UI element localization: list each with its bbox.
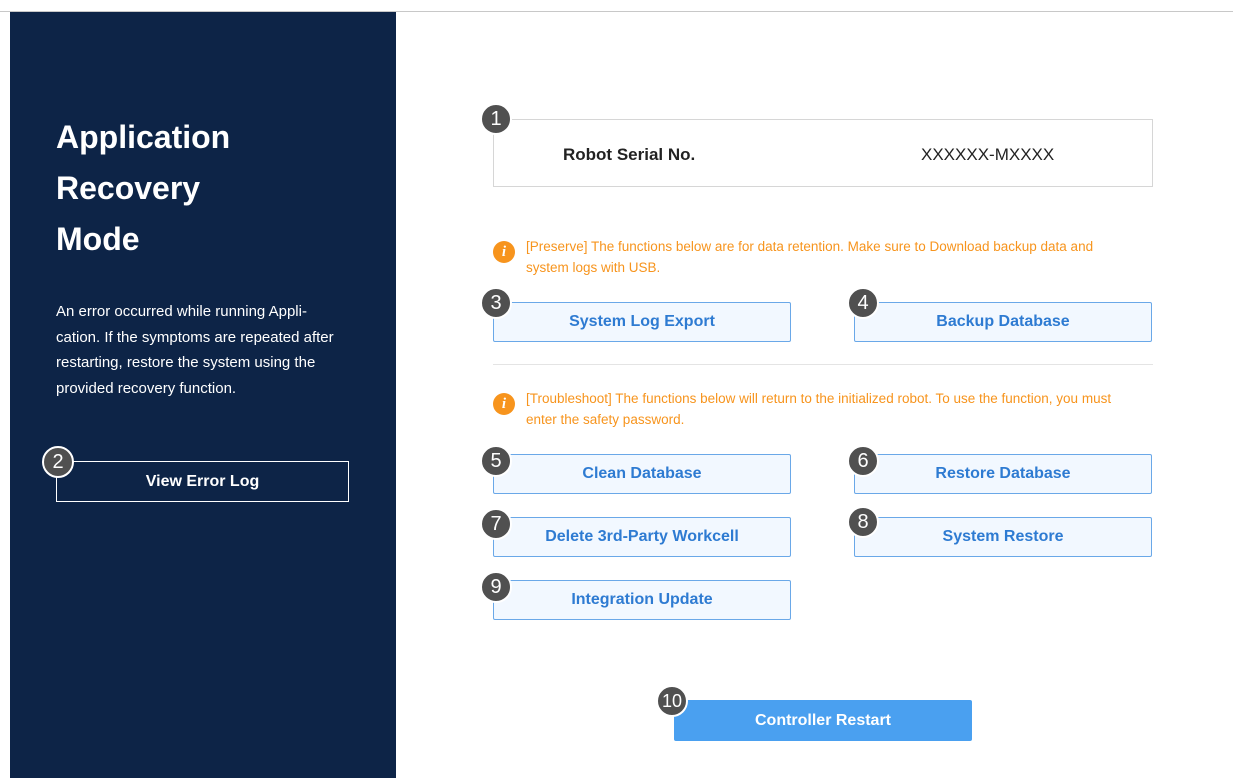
callout-badge: 4 — [847, 287, 879, 319]
callout-badge: 2 — [42, 446, 74, 478]
info-icon: i — [493, 393, 515, 415]
callout-badge: 6 — [847, 445, 879, 477]
clean-database-button[interactable]: Clean Database — [493, 454, 791, 494]
system-restore-button[interactable]: System Restore — [854, 517, 1152, 557]
callout-badge: 5 — [480, 445, 512, 477]
troubleshoot-notice-text: [Troubleshoot] The functions below will … — [526, 391, 1112, 427]
error-description: An error occurred while running Appli-ca… — [56, 303, 334, 397]
serial-value: XXXXXX-MXXXX — [921, 145, 1055, 164]
title-line: Mode — [56, 221, 140, 257]
sidebar: Application Recovery Mode An error occur… — [10, 12, 396, 778]
callout-badge: 7 — [480, 508, 512, 540]
preserve-notice-text: [Preserve] The functions below are for d… — [526, 239, 1094, 275]
system-log-export-button[interactable]: System Log Export — [493, 302, 791, 342]
title-line: Recovery — [56, 170, 201, 206]
preserve-notice: i [Preserve] The functions below are for… — [493, 236, 1136, 278]
callout-badge: 10 — [656, 685, 688, 717]
backup-database-button[interactable]: Backup Database — [854, 302, 1152, 342]
recovery-mode-screen: Application Recovery Mode An error occur… — [0, 0, 1233, 778]
view-error-log-button[interactable]: View Error Log — [56, 461, 349, 502]
section-divider — [493, 364, 1153, 365]
troubleshoot-notice: i [Troubleshoot] The functions below wil… — [493, 388, 1136, 430]
controller-restart-button[interactable]: Controller Restart — [674, 700, 972, 741]
info-icon: i — [493, 241, 515, 263]
delete-3rd-party-workcell-button[interactable]: Delete 3rd-Party Workcell — [493, 517, 791, 557]
page-title: Application Recovery Mode — [56, 112, 356, 265]
serial-info-box: Robot Serial No. XXXXXX-MXXXX — [493, 119, 1153, 187]
callout-badge: 8 — [847, 506, 879, 538]
callout-badge: 9 — [480, 571, 512, 603]
callout-badge: 1 — [480, 103, 512, 135]
serial-label: Robot Serial No. — [563, 145, 696, 164]
integration-update-button[interactable]: Integration Update — [493, 580, 791, 620]
title-line: Application — [56, 119, 231, 155]
callout-badge: 3 — [480, 287, 512, 319]
restore-database-button[interactable]: Restore Database — [854, 454, 1152, 494]
